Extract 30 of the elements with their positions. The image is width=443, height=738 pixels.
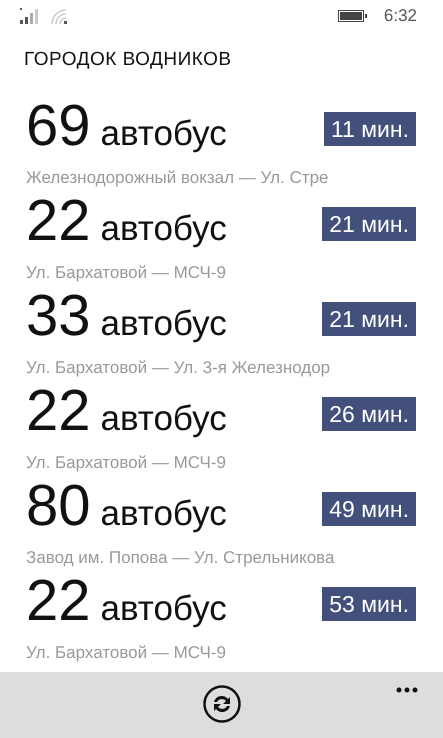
- stop-title: ГОРОДОК ВОДНИКОВ: [24, 49, 232, 70]
- battery-icon: [338, 10, 368, 22]
- arrival-time-badge: 21 мин.: [322, 302, 416, 336]
- route-description: Ул. Бархатовой — МСЧ-9: [26, 452, 226, 472]
- vehicle-type: автобус: [100, 208, 227, 250]
- refresh-icon[interactable]: [202, 684, 242, 724]
- route-description: Ул. Бархатовой — МСЧ-9: [26, 262, 226, 282]
- route-description: Ул. Бархатовой — МСЧ-9: [26, 642, 226, 662]
- vehicle-type: автобус: [100, 398, 227, 440]
- vehicle-type: автобус: [100, 113, 227, 155]
- arrival-time-badge: 53 мин.: [322, 586, 416, 621]
- vehicle-type: автобус: [100, 493, 227, 535]
- route-description: Ул. Бархатовой — Ул. 3-я Железнодор: [26, 358, 330, 376]
- route-number: 22: [26, 192, 91, 250]
- arrival-time-badge: 21 мин.: [322, 206, 416, 241]
- route-number: 22: [26, 572, 91, 630]
- clock-time: 6:32: [384, 5, 417, 28]
- route-number: 80: [26, 477, 91, 535]
- more-icon[interactable]: [396, 687, 418, 693]
- wifi-icon: [50, 8, 68, 24]
- arrival-time-badge: 11 мин.: [324, 112, 416, 146]
- route-number: 33: [26, 287, 91, 345]
- vehicle-type: автобус: [100, 588, 227, 630]
- route-description: Завод им. Попова — Ул. Стрельникова: [26, 548, 334, 566]
- vehicle-type: автобус: [100, 303, 227, 345]
- arrival-time-badge: 26 мин.: [322, 396, 416, 431]
- route-description: Железнодорожный вокзал — Ул. Стре: [26, 168, 328, 186]
- route-number: 69: [26, 97, 91, 155]
- route-number: 22: [26, 382, 91, 440]
- arrival-time-badge: 49 мин.: [322, 492, 416, 526]
